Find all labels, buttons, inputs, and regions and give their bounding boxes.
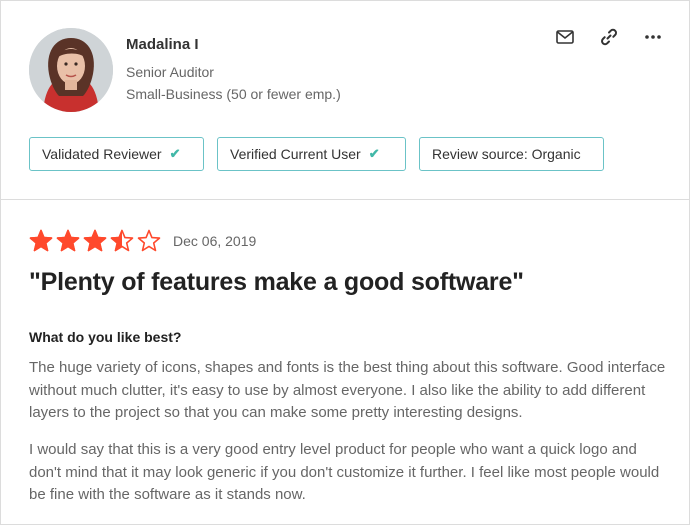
reviewer-company-size: Small-Business (50 or fewer emp.) [126,86,341,102]
question-heading: What do you like best? [29,329,182,345]
review-date: Dec 06, 2019 [173,233,257,249]
reviewer-role: Senior Auditor [126,64,214,80]
review-title: "Plenty of features make a good software… [29,268,524,296]
badge-label: Review source: Organic [432,146,581,162]
badge-label: Validated Reviewer [42,146,162,162]
badge-verified-current-user: Verified Current User ✔ [217,137,406,171]
badge-label: Verified Current User [230,146,361,162]
star-full-icon [29,229,53,252]
avatar-photo [29,28,113,112]
reviewer-name: Madalina I [126,36,199,53]
star-half-icon [110,229,134,252]
more-options-button[interactable] [639,25,667,49]
section-divider [1,199,689,200]
review-paragraph: The huge variety of icons, shapes and fo… [29,359,666,421]
link-icon [601,28,617,46]
star-full-icon [83,229,107,252]
review-paragraph: I would say that this is a very good ent… [29,441,660,503]
copy-link-button[interactable] [595,25,623,49]
check-icon: ✔ [368,146,380,161]
more-icon [645,35,661,39]
check-icon: ✔ [169,146,181,161]
star-empty-icon [137,229,161,252]
email-button[interactable] [551,25,579,49]
reviewer-header: Madalina I Senior Auditor Small-Business… [1,1,689,199]
badge-validated-reviewer: Validated Reviewer ✔ [29,137,204,171]
avatar [29,28,113,112]
mail-icon [556,30,574,44]
star-rating [29,229,161,253]
star-full-icon [56,229,80,252]
review-card: Madalina I Senior Auditor Small-Business… [0,0,690,525]
badge-review-source: Review source: Organic [419,137,604,171]
